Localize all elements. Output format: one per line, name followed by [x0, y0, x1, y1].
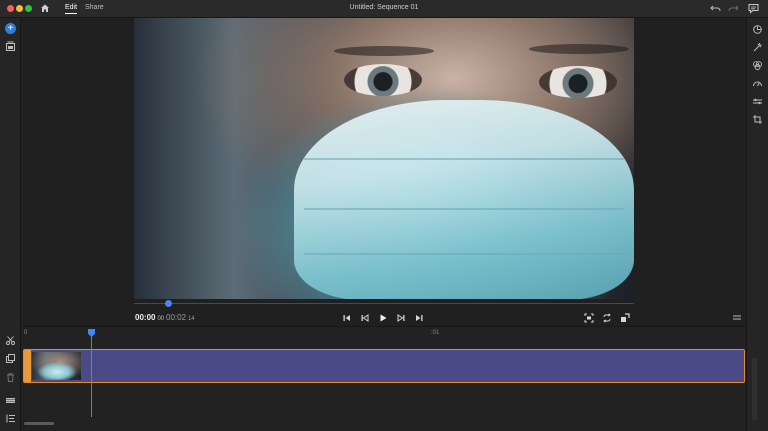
duration-frames: 14: [188, 316, 195, 322]
video-preview[interactable]: [134, 18, 634, 299]
track-height-icon[interactable]: [5, 395, 16, 406]
mask-pleat: [304, 253, 624, 255]
undo-icon[interactable]: [710, 3, 721, 14]
timeline-panel: 0 :01: [22, 326, 746, 431]
step-back-icon[interactable]: [360, 313, 370, 323]
split-icon[interactable]: [5, 335, 16, 346]
scrub-bar[interactable]: [134, 303, 634, 304]
duration-timecode: 00:02 14: [166, 313, 195, 322]
mask-pleat: [304, 158, 624, 160]
mask-pleat: [304, 208, 624, 210]
premiere-rush-window: Edit Share Untitled: Sequence 01 + 00:00…: [0, 0, 768, 431]
clip-thumbnail: [32, 352, 81, 380]
window-title: Untitled: Sequence 01: [349, 4, 419, 11]
face-left-eye: [344, 64, 422, 96]
face-mask: [294, 100, 634, 299]
redo-icon[interactable]: [728, 3, 739, 14]
face-left-brow: [334, 46, 434, 56]
media-panel-icon[interactable]: [5, 41, 16, 52]
track-list-icon[interactable]: [5, 413, 16, 424]
add-media-button[interactable]: +: [5, 23, 16, 34]
program-monitor: 00:00 00 00:02 14: [22, 18, 746, 326]
timeline-vertical-scrollbar[interactable]: [752, 358, 757, 420]
comment-icon[interactable]: [748, 3, 759, 14]
left-toolbar: +: [0, 18, 21, 431]
delete-icon[interactable]: [5, 372, 16, 383]
ruler-start-label: 0: [24, 330, 28, 336]
current-frames: 00: [157, 316, 165, 322]
audio-icon[interactable]: [752, 96, 763, 107]
loop-icon[interactable]: [602, 313, 612, 323]
panel-menu-icon[interactable]: [733, 315, 741, 321]
auto-color-icon[interactable]: [752, 42, 763, 53]
speed-icon[interactable]: [752, 78, 763, 89]
video-clip[interactable]: [23, 349, 745, 383]
go-to-end-icon[interactable]: [414, 313, 424, 323]
timecode-display: 00:00 00 00:02 14: [135, 313, 255, 323]
face-right-eye: [539, 66, 617, 98]
transform-icon[interactable]: [752, 114, 763, 125]
fit-frame-icon[interactable]: [584, 313, 594, 323]
right-toolbar: [746, 18, 768, 431]
current-time: 00:00: [135, 313, 156, 322]
current-timecode: 00:00 00: [135, 313, 164, 322]
playhead-line[interactable]: [91, 336, 92, 417]
step-forward-icon[interactable]: [396, 313, 406, 323]
duration-time: 00:02: [166, 313, 187, 322]
scrub-handle[interactable]: [165, 300, 172, 307]
title-bar: Edit Share Untitled: Sequence 01: [0, 0, 768, 18]
ruler-mark-label: :01: [431, 330, 440, 336]
clip-trim-handle[interactable]: [24, 350, 31, 382]
plus-icon: +: [7, 23, 14, 34]
fullscreen-icon[interactable]: [620, 313, 630, 323]
go-to-start-icon[interactable]: [342, 313, 352, 323]
color-icon[interactable]: [752, 60, 763, 71]
duplicate-icon[interactable]: [5, 353, 16, 364]
face-right-brow: [529, 44, 629, 54]
timeline-horizontal-scrollbar[interactable]: [24, 422, 54, 425]
play-icon[interactable]: [378, 313, 388, 323]
crop-rotate-icon[interactable]: [752, 24, 763, 35]
